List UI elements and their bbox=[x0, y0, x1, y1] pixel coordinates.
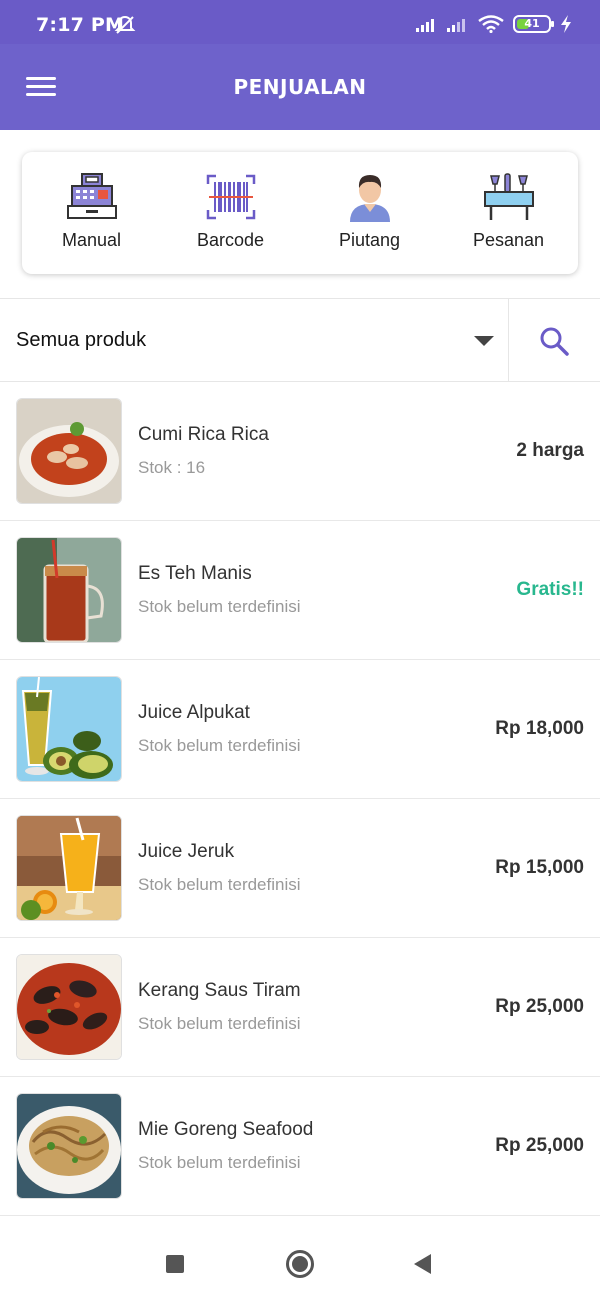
mode-manual-label: Manual bbox=[61, 230, 122, 250]
product-list: Cumi Rica Rica Stok : 16 2 harga Es Teh … bbox=[0, 382, 600, 1216]
back-icon[interactable] bbox=[414, 1254, 431, 1274]
sales-mode-card: Manual Barcode Piutang Pesanan bbox=[22, 152, 578, 274]
product-stock: Stok belum terdefinisi bbox=[138, 736, 301, 755]
product-price: Rp 18,000 bbox=[495, 718, 584, 739]
product-name: Mie Goreng Seafood bbox=[138, 1119, 314, 1140]
home-icon[interactable] bbox=[286, 1250, 314, 1278]
signal-icon bbox=[447, 19, 465, 32]
system-nav-bar bbox=[0, 1230, 600, 1300]
mode-piutang-button[interactable]: Piutang bbox=[300, 152, 439, 274]
product-image bbox=[16, 537, 122, 643]
mode-barcode-button[interactable]: Barcode bbox=[161, 152, 300, 274]
barcode-icon bbox=[206, 174, 255, 220]
mode-pesanan-button[interactable]: Pesanan bbox=[439, 152, 578, 274]
product-price: Gratis!! bbox=[516, 579, 584, 600]
signal-icon bbox=[416, 19, 434, 32]
product-row[interactable]: Kerang Saus Tiram Stok belum terdefinisi… bbox=[0, 938, 600, 1077]
dnd-off-icon bbox=[114, 15, 136, 34]
product-stock: Stok belum terdefinisi bbox=[138, 875, 301, 894]
battery-icon: 41 bbox=[513, 15, 554, 33]
mode-piutang-label: Piutang bbox=[338, 230, 401, 250]
search-button[interactable] bbox=[508, 299, 600, 381]
product-image bbox=[16, 398, 122, 504]
product-image bbox=[16, 815, 122, 921]
status-bar: 7:17 PM 41 bbox=[0, 0, 600, 44]
product-row[interactable]: Cumi Rica Rica Stok : 16 2 harga bbox=[0, 382, 600, 521]
product-stock: Stok belum terdefinisi bbox=[138, 1153, 301, 1172]
cash-register-icon bbox=[66, 173, 117, 219]
status-time: 7:17 PM bbox=[36, 14, 125, 36]
product-price: Rp 25,000 bbox=[495, 996, 584, 1017]
product-row[interactable]: Juice Alpukat Stok belum terdefinisi Rp … bbox=[0, 660, 600, 799]
restaurant-table-icon bbox=[483, 173, 534, 220]
product-name: Juice Jeruk bbox=[138, 841, 235, 862]
product-category-dropdown[interactable]: Semua produk bbox=[0, 299, 508, 381]
product-price: Rp 25,000 bbox=[495, 1135, 584, 1156]
product-row[interactable]: Es Teh Manis Stok belum terdefinisi Grat… bbox=[0, 521, 600, 660]
product-image bbox=[16, 954, 122, 1060]
battery-tip bbox=[551, 21, 554, 27]
app-bar: PENJUALAN bbox=[0, 44, 600, 130]
product-name: Kerang Saus Tiram bbox=[138, 980, 301, 1001]
product-row[interactable]: Mie Goreng Seafood Stok belum terdefinis… bbox=[0, 1077, 600, 1216]
chevron-down-icon bbox=[474, 336, 494, 346]
product-price: 2 harga bbox=[516, 440, 584, 461]
product-name: Juice Alpukat bbox=[138, 702, 250, 723]
hamburger-menu-icon[interactable] bbox=[22, 72, 62, 102]
product-row[interactable]: Juice Jeruk Stok belum terdefinisi Rp 15… bbox=[0, 799, 600, 938]
recent-apps-icon[interactable] bbox=[166, 1255, 184, 1273]
product-category-value: Semua produk bbox=[16, 329, 147, 351]
mode-barcode-label: Barcode bbox=[196, 230, 265, 250]
product-stock: Stok belum terdefinisi bbox=[138, 597, 301, 616]
mode-pesanan-label: Pesanan bbox=[472, 230, 545, 250]
search-icon bbox=[540, 327, 569, 356]
page-title: PENJUALAN bbox=[233, 75, 367, 99]
battery-level: 41 bbox=[524, 17, 540, 30]
product-image bbox=[16, 1093, 122, 1199]
product-name: Cumi Rica Rica bbox=[138, 424, 269, 445]
charging-icon bbox=[561, 15, 571, 33]
mode-manual-button[interactable]: Manual bbox=[22, 152, 161, 274]
person-icon bbox=[349, 175, 390, 222]
filter-bar: Semua produk bbox=[0, 298, 600, 382]
product-stock: Stok belum terdefinisi bbox=[138, 1014, 301, 1033]
product-name: Es Teh Manis bbox=[138, 563, 252, 584]
product-price: Rp 15,000 bbox=[495, 857, 584, 878]
wifi-icon bbox=[478, 15, 504, 33]
status-icons: 41 bbox=[416, 13, 572, 35]
product-stock: Stok : 16 bbox=[138, 458, 206, 477]
product-image bbox=[16, 676, 122, 782]
